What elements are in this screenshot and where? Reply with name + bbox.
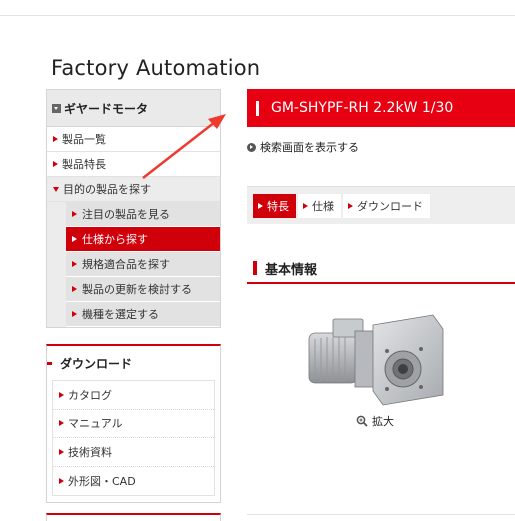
content-divider <box>247 514 515 515</box>
arrow-right-icon <box>59 448 64 455</box>
arrow-right-icon <box>59 477 64 484</box>
sidebar-subitem-featured[interactable]: 注目の製品を見る <box>66 202 220 227</box>
sidebar-subitem-search-by-spec[interactable]: 仕様から探す <box>66 227 220 252</box>
arrow-down-icon <box>53 186 59 192</box>
download-heading-label: ダウンロード <box>60 356 133 371</box>
tab-download[interactable]: ダウンロード <box>343 193 430 218</box>
title-marker <box>256 100 259 116</box>
heading-marker <box>47 361 52 365</box>
section-title: 基本情報 <box>265 262 318 278</box>
tab-label: 仕様 <box>312 199 334 213</box>
zoom-link[interactable]: 拡大 <box>356 413 394 429</box>
sidebar-menu: 製品一覧 製品特長 目的の製品を探す 注目の製品を見る 仕様から探す 規格適合品… <box>46 127 221 328</box>
sidebar-subitem-upgrade[interactable]: 製品の更新を検討する <box>66 277 220 302</box>
sidebar-item-features[interactable]: 製品特長 <box>47 152 220 177</box>
download-item-manual[interactable]: マニュアル <box>53 410 214 438</box>
product-name: GM-SHYPF-RH 2.2kW 1/30 <box>271 100 454 116</box>
arrow-right-icon <box>53 136 58 142</box>
sidebar-subitem-label: 注目の製品を見る <box>82 208 170 221</box>
tab-label: 特長 <box>267 199 289 213</box>
download-item-label: 外形図・CAD <box>68 474 136 488</box>
top-bar <box>0 0 515 16</box>
sidebar-subitem-label: 規格適合品を探す <box>82 258 170 271</box>
arrow-right-icon <box>53 161 58 167</box>
sidebar-subitem-standards[interactable]: 規格適合品を探す <box>66 252 220 277</box>
arrow-right-icon <box>72 311 77 317</box>
arrow-right-icon <box>72 236 77 242</box>
sidebar-item-label: 目的の製品を探す <box>63 183 151 196</box>
sidebar-heading[interactable]: ギヤードモータ <box>46 89 221 127</box>
tab-label: ダウンロード <box>357 199 423 213</box>
arrow-right-icon <box>72 286 77 292</box>
circle-arrow-icon <box>247 142 256 152</box>
sidebar: ギヤードモータ 製品一覧 製品特長 目的の製品を探す 注目の製品を見る 仕様から… <box>46 89 221 328</box>
arrow-right-icon <box>72 261 77 267</box>
zoom-label: 拡大 <box>372 415 394 428</box>
sidebar-item-product-list[interactable]: 製品一覧 <box>47 127 220 152</box>
download-item-catalog[interactable]: カタログ <box>53 381 214 410</box>
product-title-banner: GM-SHYPF-RH 2.2kW 1/30 <box>247 89 515 127</box>
sidebar-heading-label: ギヤードモータ <box>64 101 149 116</box>
download-item-label: マニュアル <box>68 417 123 431</box>
sidebar-subitem-label: 製品の更新を検討する <box>82 283 192 296</box>
download-item-label: カタログ <box>68 388 112 402</box>
download-item-technical[interactable]: 技術資料 <box>53 438 214 467</box>
site-title[interactable]: Factory Automation <box>51 56 260 80</box>
tab-specifications[interactable]: 仕様 <box>298 193 341 218</box>
section-heading-basic-info: 基本情報 <box>247 254 515 284</box>
sidebar-subitem-label: 仕様から探す <box>82 233 148 246</box>
arrow-right-icon <box>59 391 64 398</box>
heading-marker <box>253 261 257 275</box>
arrow-right-icon <box>303 202 308 209</box>
collapse-icon <box>52 103 61 113</box>
arrow-right-icon <box>72 211 77 217</box>
sidebar-subitem-label: 機種を選定する <box>82 308 159 321</box>
sidebar-submenu: 注目の製品を見る 仕様から探す 規格適合品を探す 製品の更新を検討する 機種を選… <box>47 202 220 327</box>
download-heading: ダウンロード <box>47 346 220 380</box>
download-item-cad[interactable]: 外形図・CAD <box>53 467 214 496</box>
sidebar-item-label: 製品特長 <box>62 158 106 171</box>
arrow-right-icon <box>258 202 263 209</box>
arrow-right-icon <box>59 420 64 427</box>
sidebar-subitem-select-model[interactable]: 機種を選定する <box>66 302 220 327</box>
search-link-label: 検索画面を表示する <box>260 141 359 154</box>
download-item-label: 技術資料 <box>68 445 112 459</box>
magnifier-icon <box>356 415 368 427</box>
arrow-right-icon <box>348 202 353 209</box>
tab-features[interactable]: 特長 <box>253 193 296 218</box>
download-list: カタログ マニュアル 技術資料 外形図・CAD <box>52 380 215 496</box>
product-image[interactable] <box>303 311 445 406</box>
sidebar-item-find-product[interactable]: 目的の製品を探す <box>47 177 220 202</box>
next-box-top <box>46 513 221 521</box>
product-tabs: 特長 仕様 ダウンロード <box>247 186 515 224</box>
sidebar-item-label: 製品一覧 <box>62 133 106 146</box>
search-screen-link[interactable]: 検索画面を表示する <box>247 139 359 155</box>
download-box: ダウンロード カタログ マニュアル 技術資料 外形図・CAD <box>46 344 221 503</box>
